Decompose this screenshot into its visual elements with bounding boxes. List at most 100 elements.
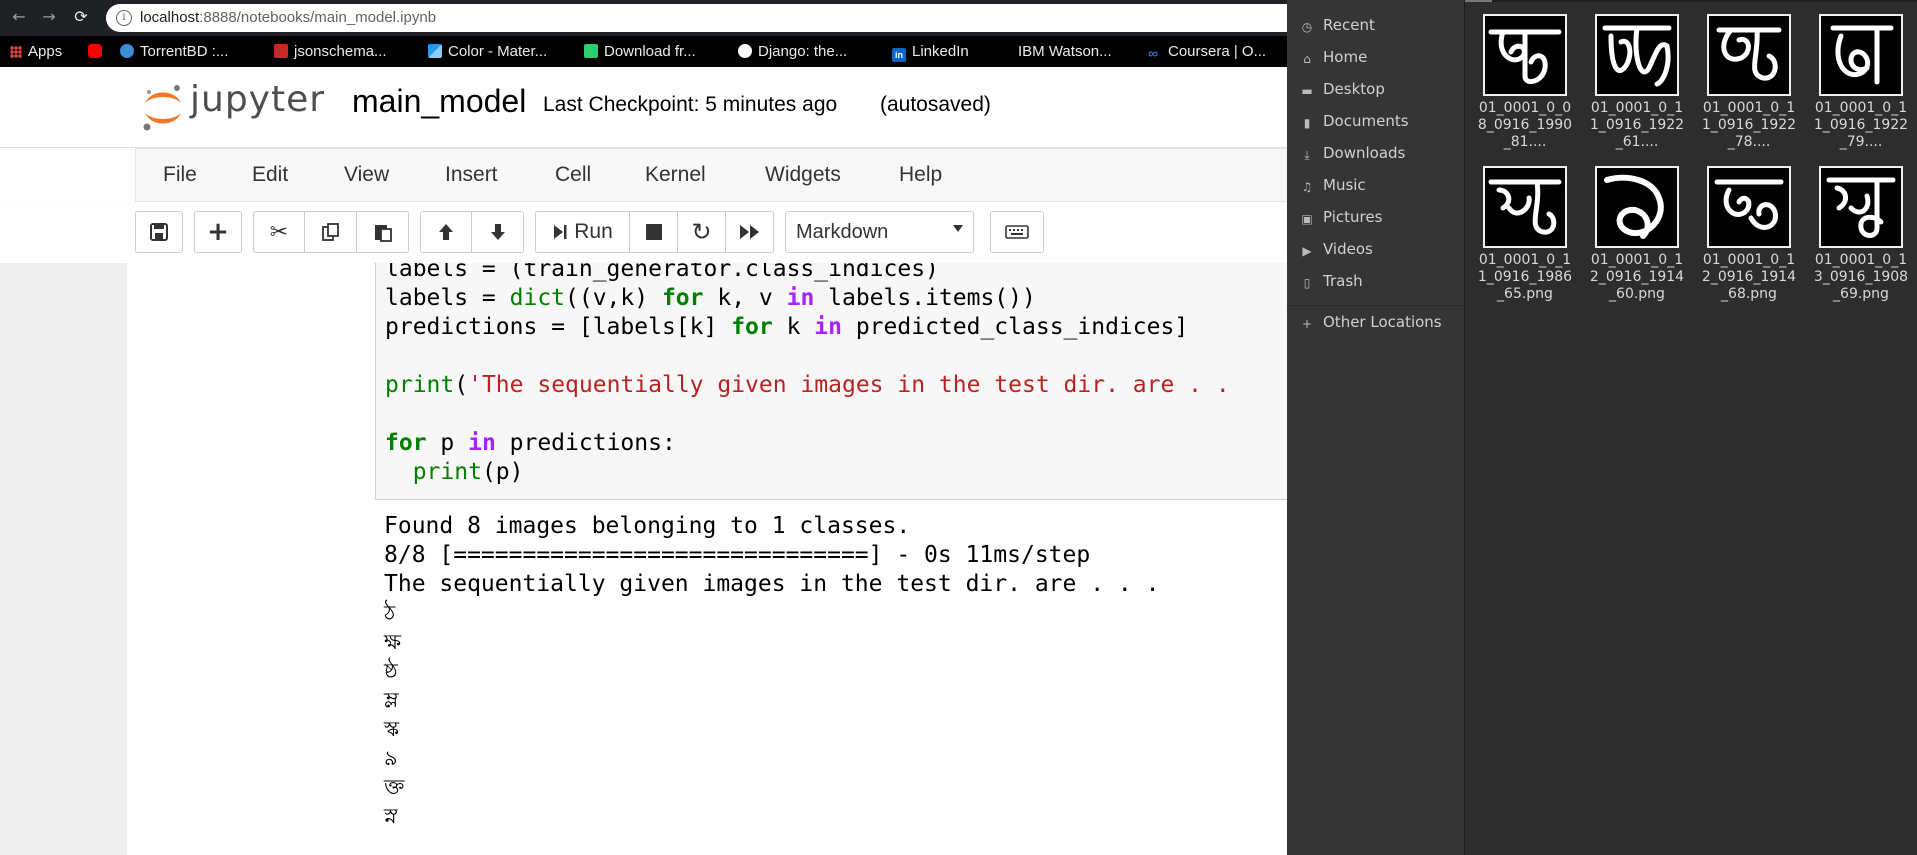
bookmark-material-color[interactable]: Color - Mater... [428, 41, 547, 62]
menu-insert[interactable]: Insert [445, 163, 498, 187]
code-line-2: labels = dict((v,k) for k, v in labels.i… [385, 285, 1036, 311]
sidebar-item-home[interactable]: ⌂ Home [1301, 46, 1367, 68]
bookmark-django[interactable]: Django: the... [738, 41, 847, 62]
file-thumbnail[interactable] [1595, 166, 1679, 248]
output-line: Found 8 images belonging to 1 classes. [384, 513, 911, 539]
file-name: 01_0001_0_11_0916_1922_79.... [1813, 100, 1909, 150]
menu-widgets[interactable]: Widgets [765, 163, 841, 187]
bookmark-coursera[interactable]: ∞ Coursera | O... [1148, 41, 1266, 62]
menu-kernel[interactable]: Kernel [645, 163, 706, 187]
sidebar-item-recent[interactable]: ◷ Recent [1301, 14, 1375, 36]
file-thumbnail[interactable] [1483, 166, 1567, 248]
restart-run-all-button[interactable] [726, 211, 774, 253]
material-icon [428, 44, 442, 58]
save-button[interactable] [135, 211, 183, 253]
command-palette-button[interactable] [990, 211, 1044, 253]
cut-button[interactable]: ✂ [253, 211, 305, 253]
handwritten-character-image [1830, 25, 1894, 85]
menu-cell[interactable]: Cell [555, 163, 591, 187]
arrow-up-icon [439, 224, 453, 240]
menu-file[interactable]: File [163, 163, 197, 187]
sidebar-item-documents[interactable]: ▮ Documents [1301, 110, 1409, 132]
desktop-icon: ▬ [1301, 84, 1313, 98]
reload-icon[interactable]: ⟳ [70, 6, 92, 28]
sidebar-item-label: Pictures [1323, 208, 1383, 226]
youtube-icon [88, 44, 102, 58]
prediction-item: স্ন [384, 804, 398, 828]
info-icon[interactable]: i [116, 10, 132, 26]
cell-type-select[interactable]: Markdown [785, 211, 974, 253]
bookmark-download[interactable]: Download fr... [584, 41, 696, 62]
arrow-down-icon [490, 224, 505, 240]
forward-icon[interactable]: → [38, 6, 60, 28]
cell-type-value: Markdown [796, 221, 889, 243]
sidebar-item-label: Desktop [1323, 80, 1385, 98]
handwritten-character-image [1602, 25, 1672, 87]
sidebar-item-desktop[interactable]: ▬ Desktop [1301, 78, 1385, 100]
file-name: 01_0001_0_13_0916_1908_69.png [1813, 252, 1909, 302]
sidebar-item-other-locations[interactable]: + Other Locations [1301, 311, 1442, 333]
sidebar-item-label: Trash [1323, 272, 1363, 290]
bookmark-ibm-watson[interactable]: IBM Watson... [1018, 41, 1112, 62]
trash-icon: ▯ [1303, 276, 1311, 290]
file-thumbnail[interactable] [1819, 166, 1903, 248]
run-button[interactable]: Run [535, 211, 630, 253]
video-icon: ▶ [1302, 244, 1312, 258]
sidebar-item-videos[interactable]: ▶ Videos [1301, 238, 1372, 260]
file-thumbnail[interactable] [1483, 14, 1567, 96]
bookmark-torrentbd[interactable]: TorrentBD :... [120, 41, 228, 62]
handwritten-character-image [1488, 179, 1562, 235]
file-thumbnail[interactable] [1595, 14, 1679, 96]
output-line: 8/8 [==============================] - 0… [384, 542, 1091, 568]
code-line-1: labels = (train_generator.class_indices) [385, 263, 939, 282]
sidebar-item-trash[interactable]: ▯ Trash [1301, 270, 1363, 292]
restart-button[interactable]: ↻ [678, 211, 726, 253]
url-host: localhost [140, 9, 200, 26]
jupyter-logo-icon[interactable] [141, 83, 185, 131]
menu-help[interactable]: Help [899, 163, 942, 187]
bookmark-youtube[interactable] [88, 41, 108, 62]
sidebar-item-label: Downloads [1323, 144, 1406, 162]
torrentbd-icon [120, 44, 134, 58]
file-thumbnail[interactable] [1707, 166, 1791, 248]
paste-button[interactable] [357, 211, 409, 253]
linkedin-icon: in [892, 48, 906, 62]
sidebar-item-pictures[interactable]: ▣ Pictures [1301, 206, 1382, 228]
sidebar-item-music[interactable]: ♫ Music [1301, 174, 1366, 196]
bookmark-jsonschema[interactable]: jsonschema... [274, 41, 387, 62]
insert-cell-button[interactable]: + [194, 211, 242, 253]
bookmark-label: Color - Mater... [448, 43, 548, 60]
code-cell-source[interactable]: labels = (train_generator.class_indices)… [385, 263, 1230, 487]
bookmark-linkedin[interactable]: in LinkedIn [892, 41, 969, 62]
menu-view[interactable]: View [344, 163, 389, 187]
prediction-item: ষ্ঠ [384, 659, 398, 683]
bookmarks-bar: Apps TorrentBD :... jsonschema... Color … [0, 36, 1287, 67]
copy-button[interactable] [305, 211, 357, 253]
notebook-toolbar: + ✂ Run ↻ Markdown [0, 203, 1287, 263]
code-line-8: print(p) [412, 459, 524, 485]
bookmark-label: Coursera | O... [1168, 43, 1267, 60]
sidebar-item-downloads[interactable]: ⤓ Downloads [1301, 142, 1405, 164]
handwritten-character-image [1826, 177, 1896, 238]
code-line-5: print('The sequentially given images in … [385, 372, 1230, 398]
bookmark-label: TorrentBD :... [140, 43, 229, 60]
move-down-button[interactable] [472, 211, 524, 253]
handwritten-character-image [1604, 174, 1664, 239]
url-field[interactable]: i localhost:8888/notebooks/main_model.ip… [106, 4, 1287, 32]
jupyter-logo-text[interactable]: jupyter [190, 79, 325, 120]
file-thumbnail[interactable] [1819, 14, 1903, 96]
dojo-icon [274, 44, 288, 58]
download-icon: ⤓ [1304, 148, 1310, 162]
notebook-name[interactable]: main_model [352, 83, 526, 120]
file-thumbnail[interactable] [1707, 14, 1791, 96]
sidebar-item-label: Music [1323, 176, 1366, 194]
bookmark-label: Django: the... [758, 43, 848, 60]
file-manager-sidebar: ◷ Recent ⌂ Home ▬ Desktop ▮ Documents ⤓ Downl… [1287, 0, 1465, 855]
move-up-button[interactable] [420, 211, 472, 253]
interrupt-button[interactable] [630, 211, 678, 253]
bookmark-apps[interactable]: Apps [10, 41, 62, 62]
plus-icon: + [207, 217, 229, 247]
bookmark-label: Download fr... [604, 43, 696, 60]
back-icon[interactable]: ← [8, 6, 30, 28]
menu-edit[interactable]: Edit [252, 163, 288, 187]
